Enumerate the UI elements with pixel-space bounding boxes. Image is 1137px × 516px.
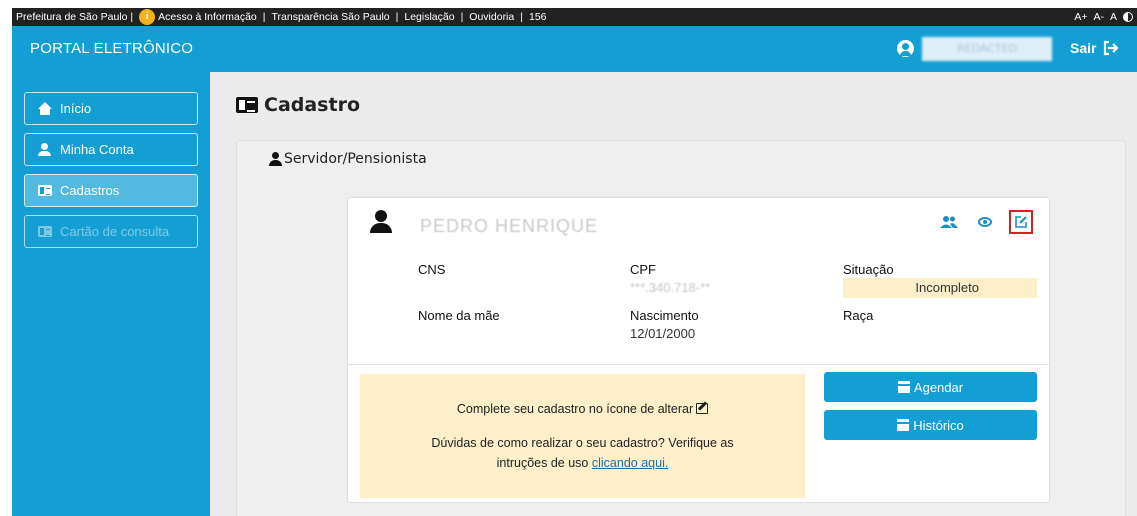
- user-icon: [38, 142, 52, 157]
- prefeitura-link[interactable]: Prefeitura de São Paulo |: [16, 11, 133, 23]
- legislacao-link[interactable]: Legislação: [404, 11, 454, 23]
- eye-icon: [978, 217, 992, 227]
- nascimento-value: 12/01/2000: [630, 326, 696, 341]
- cpf-label: CPF: [630, 262, 656, 277]
- sidebar-item-label: Cartão de consulta: [60, 224, 170, 239]
- incomplete-notice: Complete seu cadastro no ícone de altera…: [360, 374, 805, 498]
- id-card-icon: [38, 226, 52, 237]
- edit-button[interactable]: [1009, 210, 1033, 234]
- main-content: Cadastro Servidor/Pensionista PEDRO HENR…: [210, 72, 1137, 516]
- sidebar-item-label: Início: [60, 101, 92, 116]
- notice-line-3: intruções de uso clicando aqui.: [360, 456, 805, 470]
- separator: |: [395, 11, 399, 23]
- logout-button[interactable]: Sair: [1070, 40, 1120, 56]
- sidebar-item-label: Cadastros: [60, 183, 120, 198]
- notice-line-1: Complete seu cadastro no ícone de altera…: [360, 402, 805, 416]
- acesso-informacao-link[interactable]: Acesso à Informação: [158, 11, 257, 23]
- info-icon: i: [139, 9, 156, 25]
- separator: |: [460, 11, 464, 23]
- contrast-icon[interactable]: [1123, 12, 1133, 22]
- separator: |: [520, 11, 523, 23]
- user-icon: [269, 152, 282, 166]
- sidebar-item-cartao-consulta[interactable]: Cartão de consulta: [24, 215, 198, 248]
- font-normal-button[interactable]: A: [1110, 11, 1117, 23]
- font-decrease-button[interactable]: A-: [1093, 11, 1104, 23]
- app-frame: Prefeitura de São Paulo | i Acesso à Inf…: [0, 0, 1137, 516]
- situacao-label: Situação: [843, 262, 894, 277]
- notice-line-2: Dúvidas de como realizar o seu cadastro?…: [431, 436, 734, 450]
- user-circle-icon: [897, 40, 914, 57]
- person-icon: [370, 210, 392, 233]
- ouvidoria-link[interactable]: Ouvidoria: [469, 11, 514, 23]
- historico-button[interactable]: Histórico: [824, 410, 1037, 440]
- page-title: Cadastro: [236, 94, 360, 116]
- edit-icon: [696, 403, 709, 414]
- servidor-section: Servidor/Pensionista PEDRO HENRIQUE CNS …: [236, 140, 1126, 516]
- historico-label: Histórico: [913, 417, 964, 433]
- calendar-icon: [897, 381, 910, 393]
- nascimento-label: Nascimento: [630, 308, 699, 323]
- users-icon: [940, 216, 958, 228]
- section-title: Servidor/Pensionista: [269, 151, 427, 167]
- view-button[interactable]: [973, 210, 997, 234]
- instructions-link[interactable]: clicando aqui.: [592, 456, 668, 470]
- notice-line-3-prefix: intruções de uso: [496, 456, 589, 470]
- section-title-text: Servidor/Pensionista: [284, 151, 427, 167]
- notice-line-1-text: Complete seu cadastro no ícone de altera…: [456, 402, 694, 416]
- raca-label: Raça: [843, 308, 874, 323]
- accessibility-controls: A+ A- A: [1074, 8, 1133, 26]
- agendar-label: Agendar: [913, 379, 964, 395]
- cpf-value: ***.340.718-**: [630, 280, 711, 295]
- portal-header: PORTAL ELETRÔNICO REDACTED Sair: [12, 26, 1137, 72]
- portal-brand[interactable]: PORTAL ELETRÔNICO: [30, 40, 193, 57]
- user-name-redacted: REDACTED: [922, 37, 1052, 61]
- sidebar-item-label: Minha Conta: [60, 142, 134, 157]
- person-name: PEDRO HENRIQUE: [420, 216, 599, 236]
- record-actions: [937, 210, 1033, 234]
- transparencia-link[interactable]: Transparência São Paulo: [272, 11, 390, 23]
- page-title-text: Cadastro: [264, 94, 361, 116]
- id-card-icon: [38, 185, 52, 196]
- logout-label: Sair: [1070, 40, 1097, 56]
- font-increase-button[interactable]: A+: [1074, 11, 1087, 23]
- agendar-button[interactable]: Agendar: [824, 372, 1037, 402]
- cns-label: CNS: [418, 262, 446, 277]
- nome-mae-label: Nome da mãe: [418, 308, 500, 323]
- sidebar-item-inicio[interactable]: Início: [24, 92, 198, 125]
- sidebar: Início Minha Conta Cadastros Cartão de c…: [12, 72, 210, 516]
- person-record-card: PEDRO HENRIQUE CNS CPF ***.340.718-** Si…: [347, 197, 1050, 503]
- sidebar-item-minha-conta[interactable]: Minha Conta: [24, 133, 198, 166]
- separator: |: [262, 11, 266, 23]
- calendar-icon: [897, 419, 910, 431]
- government-links: Prefeitura de São Paulo | i Acesso à Inf…: [12, 9, 547, 25]
- divider: [348, 364, 1049, 365]
- id-card-icon: [236, 97, 258, 113]
- edit-icon: [1015, 216, 1027, 228]
- sidebar-item-cadastros[interactable]: Cadastros: [24, 174, 198, 207]
- status-badge: Incompleto: [843, 278, 1037, 298]
- home-icon: [38, 101, 52, 116]
- phone-156-link[interactable]: 156: [529, 11, 547, 23]
- sign-out-icon: [1104, 40, 1120, 56]
- dependents-button[interactable]: [937, 210, 961, 234]
- government-bar: Prefeitura de São Paulo | i Acesso à Inf…: [12, 8, 1137, 26]
